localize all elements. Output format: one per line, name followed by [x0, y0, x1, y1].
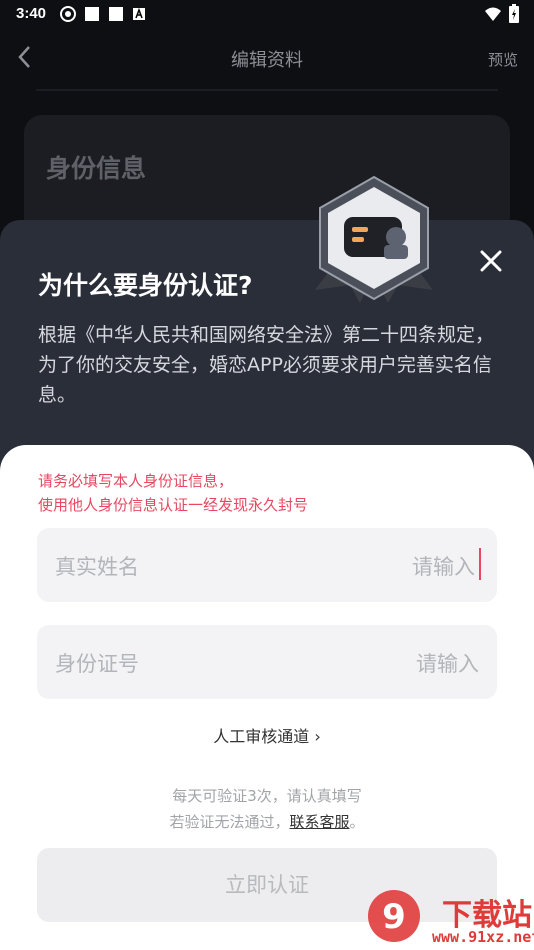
text-cursor	[479, 548, 481, 580]
modal-title: 为什么要身份认证?	[38, 271, 253, 300]
identity-info-title: 身份信息	[46, 154, 147, 183]
id-number-field[interactable]: 身份证号 请输入	[37, 625, 497, 699]
warning-line: 请务必填写本人身份证信息，	[38, 472, 234, 490]
battery-icon	[509, 4, 519, 23]
square-notification-icon	[85, 7, 99, 21]
hint-prefix: 若验证无法通过，	[169, 813, 290, 831]
page-title: 编辑资料	[231, 50, 303, 71]
warning-text: 请务必填写本人身份证信息， 使用他人身份信息认证一经发现永久封号	[38, 469, 308, 517]
verification-form: 请务必填写本人身份证信息， 使用他人身份信息认证一经发现永久封号 真实姓名 请输…	[0, 445, 534, 950]
status-bar: 3:40	[0, 0, 534, 30]
modal-description: 根据《中华人民共和国网络安全法》第二十四条规定，为了你的交友安全，婚恋APP必须…	[38, 324, 495, 406]
watermark-url: www.91xz.net	[432, 928, 534, 946]
watermark-logo-text: 9	[382, 897, 406, 937]
real-name-field[interactable]: 真实姓名 请输入	[37, 528, 497, 602]
divider	[36, 89, 498, 91]
hint-line: 每天可验证3次，请认真填写	[172, 787, 362, 805]
real-name-label: 真实姓名	[55, 555, 139, 579]
contact-support-link[interactable]: 联系客服	[289, 813, 349, 831]
preview-button[interactable]: 预览	[488, 49, 518, 70]
close-icon[interactable]	[478, 248, 504, 274]
sync-icon	[60, 6, 76, 22]
warning-line: 使用他人身份信息认证一经发现永久封号	[38, 496, 309, 514]
id-card-badge-icon	[315, 175, 433, 303]
hint-line: 若验证无法通过，联系客服。	[0, 809, 534, 835]
wifi-icon	[485, 7, 501, 21]
real-name-placeholder: 请输入	[412, 555, 475, 579]
square-notification-icon	[109, 7, 123, 21]
status-time: 3:40	[16, 5, 47, 22]
hint-text: 每天可验证3次，请认真填写 若验证无法通过，联系客服。	[0, 783, 534, 835]
id-number-placeholder: 请输入	[416, 652, 479, 676]
a-notification-icon	[133, 8, 145, 20]
hint-suffix: 。	[349, 813, 365, 831]
top-bar: 编辑资料 预览	[0, 36, 534, 80]
id-number-label: 身份证号	[55, 652, 139, 676]
manual-review-link[interactable]: 人工审核通道 ›	[0, 723, 534, 747]
